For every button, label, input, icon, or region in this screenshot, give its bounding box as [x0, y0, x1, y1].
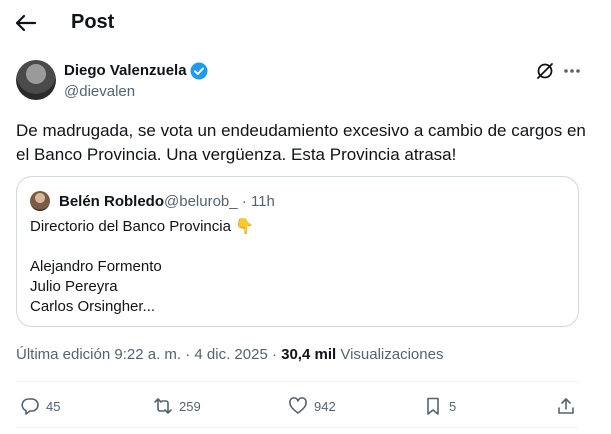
author-handle[interactable]: @dievalen — [64, 83, 135, 100]
views-count: 30,4 mil — [281, 346, 337, 363]
page-title: Post — [71, 11, 115, 33]
share-icon — [558, 398, 574, 414]
pointing-hand-emoji: 👇 — [234, 218, 254, 235]
like-count: 942 — [314, 398, 336, 414]
back-arrow-icon[interactable] — [14, 13, 38, 33]
reply-icon — [21, 398, 39, 415]
repost-button[interactable]: 259 — [153, 396, 201, 416]
like-icon — [289, 397, 307, 414]
tweet-text: De madrugada, se vota un endeudamiento e… — [16, 121, 586, 164]
repost-icon — [154, 398, 172, 414]
quote-line: Alejandro Formento — [30, 258, 162, 275]
reply-count: 45 — [46, 398, 61, 414]
quote-avatar — [30, 191, 50, 211]
edit-timestamp[interactable]: Última edición 9:22 a. m. · 4 dic. 2025 … — [16, 346, 281, 363]
repost-count: 259 — [179, 398, 201, 414]
share-button[interactable] — [556, 396, 576, 416]
quote-line: Carlos Orsingher... — [30, 298, 156, 315]
bookmark-icon — [427, 397, 439, 415]
quote-line: Directorio del Banco Provincia 👇 — [30, 218, 254, 235]
author-name[interactable]: Diego Valenzuela — [64, 62, 187, 79]
post-meta: Última edición 9:22 a. m. · 4 dic. 2025 … — [16, 346, 443, 363]
avatar[interactable] — [16, 60, 56, 100]
grok-icon[interactable] — [535, 61, 555, 81]
more-icon[interactable] — [561, 61, 583, 81]
quote-line: Julio Pereyra — [30, 278, 118, 295]
verified-icon[interactable] — [190, 62, 208, 80]
quote-meta: @belurob_ · 11h — [164, 193, 275, 210]
quoted-post[interactable]: Belén Robledo @belurob_ · 11h Directorio… — [16, 176, 579, 327]
views-label: Visualizaciones — [336, 346, 444, 363]
bookmark-button[interactable]: 5 — [423, 396, 456, 416]
quote-author-name: Belén Robledo — [59, 193, 165, 210]
bookmark-count: 5 — [449, 398, 457, 414]
like-button[interactable]: 942 — [288, 396, 336, 416]
reply-button[interactable]: 45 — [20, 396, 60, 416]
divider — [16, 381, 578, 382]
divider — [16, 427, 578, 428]
